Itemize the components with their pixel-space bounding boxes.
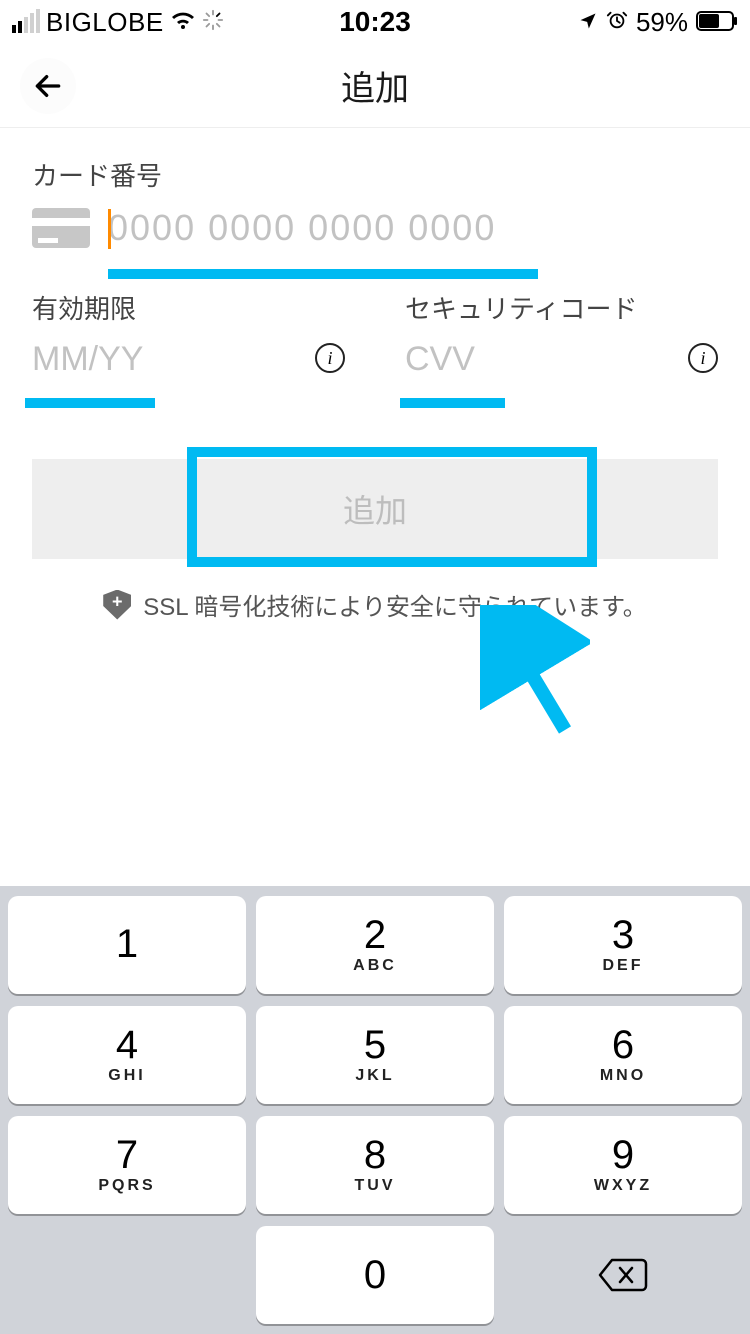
key-backspace[interactable]: [504, 1226, 742, 1324]
expiry-label: 有効期限: [32, 289, 345, 326]
expiry-input[interactable]: [32, 340, 345, 379]
ssl-note-text: SSL 暗号化技術により安全に守られています。: [143, 587, 647, 622]
wifi-icon: [170, 7, 196, 38]
alarm-icon: [606, 7, 628, 38]
key-4[interactable]: 4GHI: [8, 1006, 246, 1104]
cvv-field: セキュリティコード i: [405, 289, 718, 379]
key-blank: [8, 1226, 246, 1324]
info-icon[interactable]: i: [315, 343, 345, 373]
status-left: BIGLOBE: [12, 7, 224, 38]
page-title: 追加: [341, 61, 409, 110]
status-time: 10:23: [339, 6, 411, 38]
info-icon[interactable]: i: [688, 343, 718, 373]
key-9[interactable]: 9WXYZ: [504, 1116, 742, 1214]
key-5[interactable]: 5JKL: [256, 1006, 494, 1104]
status-bar: BIGLOBE 10:23 59%: [0, 0, 750, 44]
battery-pct: 59%: [636, 7, 688, 38]
key-7[interactable]: 7PQRS: [8, 1116, 246, 1214]
submit-button-label: 追加: [343, 486, 407, 532]
battery-icon: [696, 7, 738, 38]
card-form: カード番号 有効期限 i セキュリティコード i 追加: [0, 128, 750, 622]
shield-icon: [103, 590, 131, 620]
key-2[interactable]: 2ABC: [256, 896, 494, 994]
back-button[interactable]: [20, 58, 76, 114]
card-number-row: [32, 207, 718, 249]
key-1[interactable]: 1: [8, 896, 246, 994]
key-6[interactable]: 6MNO: [504, 1006, 742, 1104]
ssl-note-row: SSL 暗号化技術により安全に守られています。: [32, 587, 718, 622]
text-cursor: [108, 209, 111, 249]
status-right: 59%: [578, 7, 738, 38]
expiry-field: 有効期限 i: [32, 289, 345, 379]
annotation-underline-expiry: [25, 398, 155, 408]
loading-icon: [202, 7, 224, 38]
numeric-keyboard: 1 2ABC 3DEF 4GHI 5JKL 6MNO 7PQRS 8TUV 9W…: [0, 886, 750, 1334]
signal-icon: [12, 11, 40, 33]
annotation-underline-cvv: [400, 398, 505, 408]
location-icon: [578, 7, 598, 38]
key-8[interactable]: 8TUV: [256, 1116, 494, 1214]
card-number-input[interactable]: [108, 207, 718, 249]
cvv-input[interactable]: [405, 340, 718, 379]
annotation-arrow-icon: [480, 605, 590, 750]
key-3[interactable]: 3DEF: [504, 896, 742, 994]
carrier-label: BIGLOBE: [46, 7, 164, 38]
card-number-label: カード番号: [32, 156, 718, 193]
backspace-icon: [598, 1257, 648, 1293]
arrow-left-icon: [32, 70, 64, 102]
nav-header: 追加: [0, 44, 750, 128]
credit-card-icon: [32, 208, 90, 248]
annotation-underline-card: [108, 269, 538, 279]
cvv-label: セキュリティコード: [405, 289, 718, 326]
key-0[interactable]: 0: [256, 1226, 494, 1324]
submit-button[interactable]: 追加: [32, 459, 718, 559]
